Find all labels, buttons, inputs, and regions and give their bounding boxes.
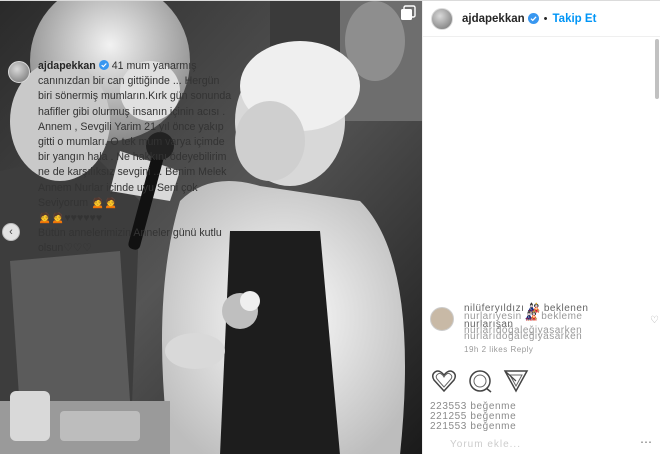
verified-badge-icon — [527, 13, 539, 24]
comment-avatar[interactable] — [430, 307, 454, 331]
caption-body: ajdapekkan 41 mum yanarmış canınızdan bir… — [38, 59, 233, 257]
avatar[interactable] — [431, 7, 453, 30]
caption-paragraph-3: 🙍🙍♥♥♥♥♥♥ — [38, 212, 103, 225]
likes-count[interactable]: 221553 beğenme — [430, 421, 516, 432]
post-caption: ajdapekkan 41 mum yanarmış canınızdan bir… — [8, 59, 233, 257]
header-username[interactable]: ajdapekkan — [462, 13, 525, 25]
comment-meta: 19h 2 likes Reply — [464, 345, 534, 354]
add-comment-input[interactable]: Yorum ekle... — [450, 439, 521, 450]
comment-item: nilüferyıldızı 🎎 beklenen nurlarıyesin 🎎… — [430, 303, 650, 343]
post-actions — [430, 367, 530, 395]
caption-username[interactable]: ajdapekkan — [38, 60, 96, 72]
caption-paragraph-4: Bütün annelerimizin Anneler günü kutlu o… — [38, 227, 222, 255]
caption-avatar[interactable] — [8, 61, 30, 83]
verified-badge-icon — [98, 60, 109, 70]
more-options-icon[interactable]: ⋯ — [640, 435, 652, 449]
caption-paragraph-2: Annem , Sevgili Yarim 21 yıl önce yakıp … — [38, 120, 227, 209]
scrollbar-thumb[interactable] — [655, 39, 659, 99]
like-icon[interactable] — [430, 367, 458, 395]
header-separator: • — [543, 12, 548, 25]
comment-text-line: nurlarıdoğaleğiyasarken — [464, 331, 583, 342]
follow-button[interactable]: Takip Et — [553, 13, 597, 25]
share-icon[interactable] — [502, 367, 530, 395]
comment-like-icon[interactable]: ♡ — [650, 315, 659, 326]
comment-icon[interactable] — [466, 367, 494, 395]
comments-scrollbar[interactable] — [654, 37, 660, 454]
instagram-post: ‹ ajdapekkan • Takip Et ajdapekkan 41 mum… — [0, 0, 660, 454]
post-header: ajdapekkan • Takip Et — [423, 1, 660, 37]
multiple-photos-icon — [401, 5, 416, 20]
